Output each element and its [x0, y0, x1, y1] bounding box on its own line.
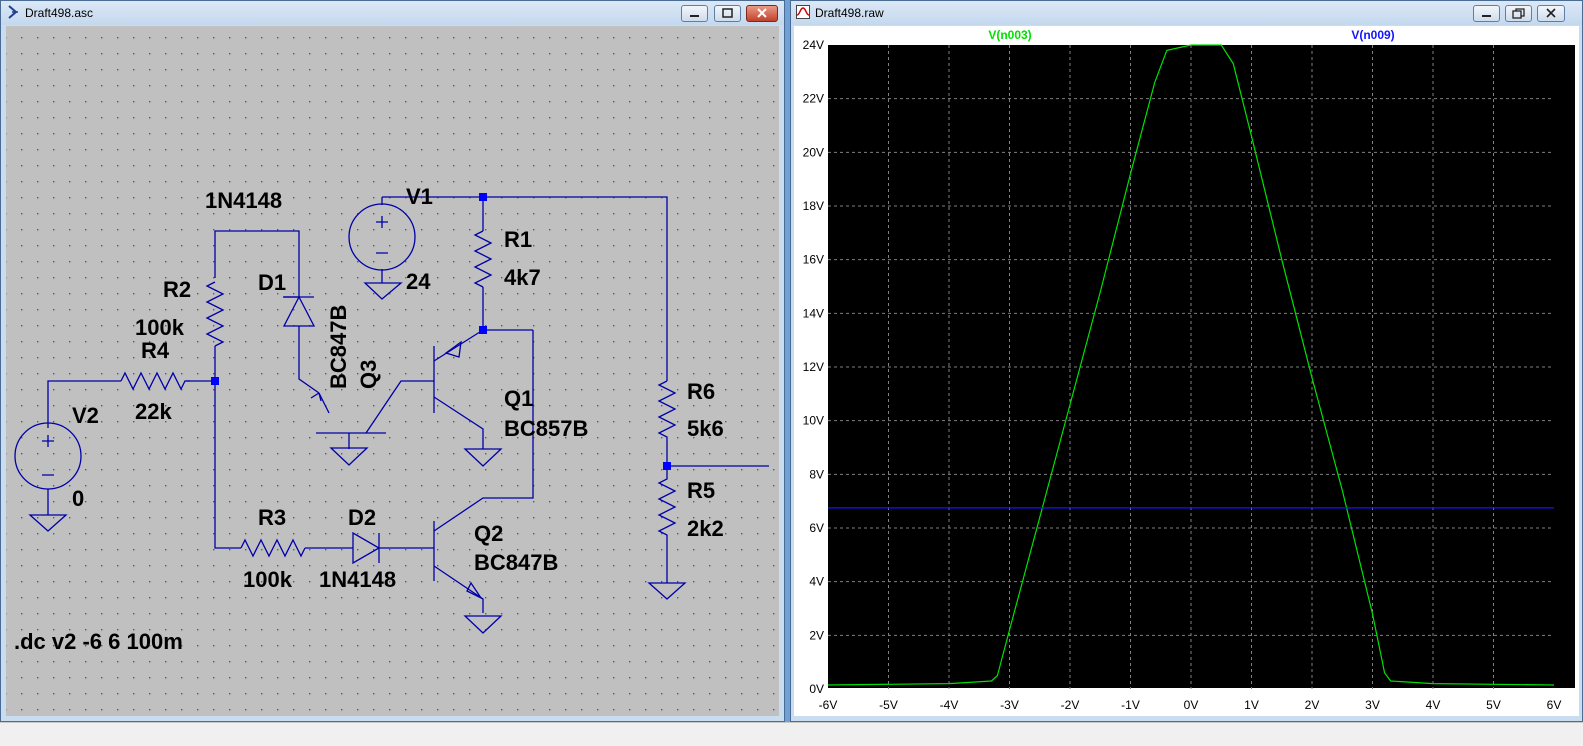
- v2-name-label: V2: [72, 403, 99, 428]
- y-tick-label: 4V: [809, 575, 824, 589]
- r6-value-label: 5k6: [687, 416, 724, 441]
- legend-v-n003[interactable]: V(n003): [988, 28, 1031, 42]
- close-icon: [1546, 8, 1556, 18]
- r1-value-label: 4k7: [504, 265, 541, 290]
- plot-close-button[interactable]: [1537, 5, 1565, 22]
- x-tick-label: -3V: [1000, 698, 1019, 712]
- x-tick-label: 4V: [1426, 698, 1441, 712]
- close-button[interactable]: [746, 5, 778, 22]
- r5-name-label: R5: [687, 478, 715, 503]
- restore-icon: [1512, 8, 1525, 19]
- r5-value-label: 2k2: [687, 516, 724, 541]
- y-tick-label: 2V: [809, 628, 824, 642]
- x-tick-label: -1V: [1121, 698, 1140, 712]
- x-tick-label: 1V: [1244, 698, 1259, 712]
- r2-value-label: 100k: [135, 315, 185, 340]
- x-tick-label: 0V: [1184, 698, 1199, 712]
- plot-minimize-button[interactable]: [1473, 5, 1500, 22]
- plot-titlebar[interactable]: Draft498.raw: [791, 1, 1582, 25]
- x-tick-label: -6V: [819, 698, 838, 712]
- r2-name-label: R2: [163, 277, 191, 302]
- x-tick-label: 6V: [1547, 698, 1562, 712]
- y-tick-label: 8V: [809, 467, 824, 481]
- v1-name-label: V1: [406, 184, 433, 209]
- plot-restore-button[interactable]: [1505, 5, 1532, 22]
- d1-name-label: D1: [258, 270, 286, 295]
- spice-directive[interactable]: .dc v2 -6 6 100m: [14, 629, 183, 654]
- y-tick-label: 0V: [809, 682, 824, 696]
- schematic-window[interactable]: Draft498.asc 1N4148 D1 V1 24 R1 4k7 R2 1…: [0, 0, 785, 722]
- x-tick-label: 2V: [1305, 698, 1320, 712]
- schematic-titlebar[interactable]: Draft498.asc: [1, 1, 784, 25]
- d1-model-label: 1N4148: [205, 188, 282, 213]
- r1-name-label: R1: [504, 227, 532, 252]
- schematic-canvas-area[interactable]: 1N4148 D1 V1 24 R1 4k7 R2 100k R4 22k V2…: [6, 26, 779, 716]
- r4-value-label: 22k: [135, 399, 172, 424]
- minimize-icon: [690, 15, 699, 17]
- legend-v-n009[interactable]: V(n009): [1351, 28, 1394, 42]
- plot-window[interactable]: Draft498.raw 0V 2V 4V 6V 8V 10V 12V 14V 16V 18V 20…: [790, 0, 1583, 722]
- y-tick-label: 12V: [803, 360, 824, 374]
- minimize-button[interactable]: [681, 5, 708, 22]
- v2-value-label: 0: [72, 486, 84, 511]
- y-tick-label: 20V: [803, 145, 824, 159]
- q1-name-label: Q1: [504, 386, 533, 411]
- r3-value-label: 100k: [243, 567, 293, 592]
- x-tick-label: -2V: [1061, 698, 1080, 712]
- d2-name-label: D2: [348, 505, 376, 530]
- v1-value-label: 24: [406, 269, 431, 294]
- q2-model-label: BC847B: [474, 550, 558, 575]
- minimize-icon: [1482, 15, 1491, 17]
- y-tick-label: 18V: [803, 199, 824, 213]
- x-tick-label: 3V: [1365, 698, 1380, 712]
- schematic-title: Draft498.asc: [25, 6, 94, 20]
- y-tick-label: 22V: [803, 92, 824, 106]
- r3-name-label: R3: [258, 505, 286, 530]
- y-tick-label: 16V: [803, 253, 824, 267]
- x-tick-label: -5V: [879, 698, 898, 712]
- waveform-plot[interactable]: 0V 2V 4V 6V 8V 10V 12V 14V 16V 18V 20V 22V 24V -6V -5…: [794, 26, 1579, 716]
- ltspice-icon: [8, 5, 18, 19]
- r6-name-label: R6: [687, 379, 715, 404]
- waveform-icon: [796, 5, 810, 19]
- q1-model-label: BC857B: [504, 416, 588, 441]
- status-bar: [0, 722, 1583, 746]
- q2-name-label: Q2: [474, 521, 503, 546]
- y-tick-label: 6V: [809, 521, 824, 535]
- plot-area[interactable]: 0V 2V 4V 6V 8V 10V 12V 14V 16V 18V 20V 22V 24V -6V -5…: [794, 26, 1579, 716]
- q3-name-label: Q3: [356, 360, 381, 389]
- x-tick-label: -4V: [940, 698, 959, 712]
- y-tick-label: 24V: [803, 38, 824, 52]
- maximize-button[interactable]: [714, 5, 741, 22]
- y-tick-label: 14V: [803, 306, 824, 320]
- schematic-canvas[interactable]: 1N4148 D1 V1 24 R1 4k7 R2 100k R4 22k V2…: [6, 26, 779, 716]
- y-tick-label: 10V: [803, 414, 824, 428]
- r4-name-label: R4: [141, 338, 170, 363]
- x-tick-label: 5V: [1486, 698, 1501, 712]
- d2-model-label: 1N4148: [319, 567, 396, 592]
- grid-dots: [6, 26, 779, 716]
- q3-model-label: BC847B: [326, 305, 351, 389]
- maximize-icon: [722, 8, 733, 18]
- plot-title: Draft498.raw: [815, 6, 884, 20]
- close-icon: [757, 8, 767, 18]
